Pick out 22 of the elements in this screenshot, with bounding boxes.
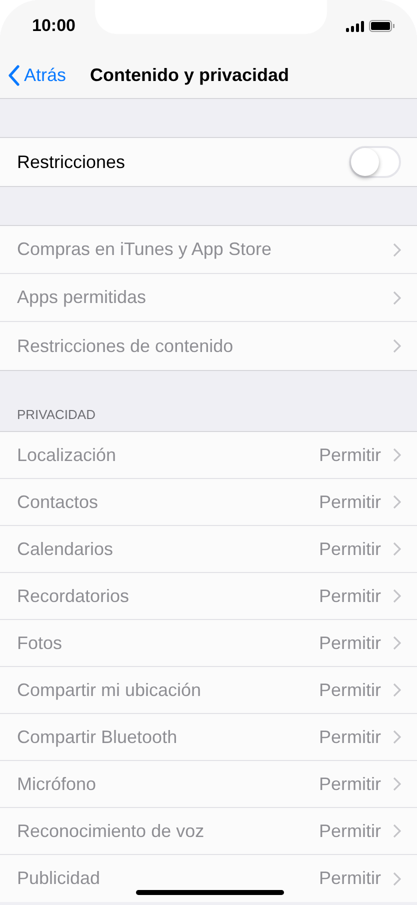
status-time: 10:00 — [32, 16, 76, 36]
back-button[interactable]: Atrás — [8, 64, 66, 86]
chevron-icon — [393, 242, 401, 256]
chevron-icon — [393, 290, 401, 304]
chevron-icon — [393, 589, 401, 603]
chevron-icon — [393, 636, 401, 650]
section-header: PRIVACIDAD — [17, 407, 96, 422]
chevron-icon — [393, 872, 401, 886]
toggle-switch[interactable] — [349, 146, 401, 178]
chevron-icon — [393, 777, 401, 791]
battery-icon — [368, 20, 395, 32]
chevron-icon — [393, 448, 401, 462]
nav-title: Contenido y privacidad — [90, 64, 290, 86]
back-chevron-icon — [8, 64, 20, 86]
row-label: Restricciones — [17, 152, 126, 172]
chevron-icon — [393, 683, 401, 697]
chevron-icon — [393, 542, 401, 556]
chevron-icon — [393, 495, 401, 509]
chevron-icon — [393, 339, 401, 353]
chevron-icon — [393, 730, 401, 744]
signal-icon — [346, 20, 364, 32]
chevron-icon — [393, 824, 401, 838]
